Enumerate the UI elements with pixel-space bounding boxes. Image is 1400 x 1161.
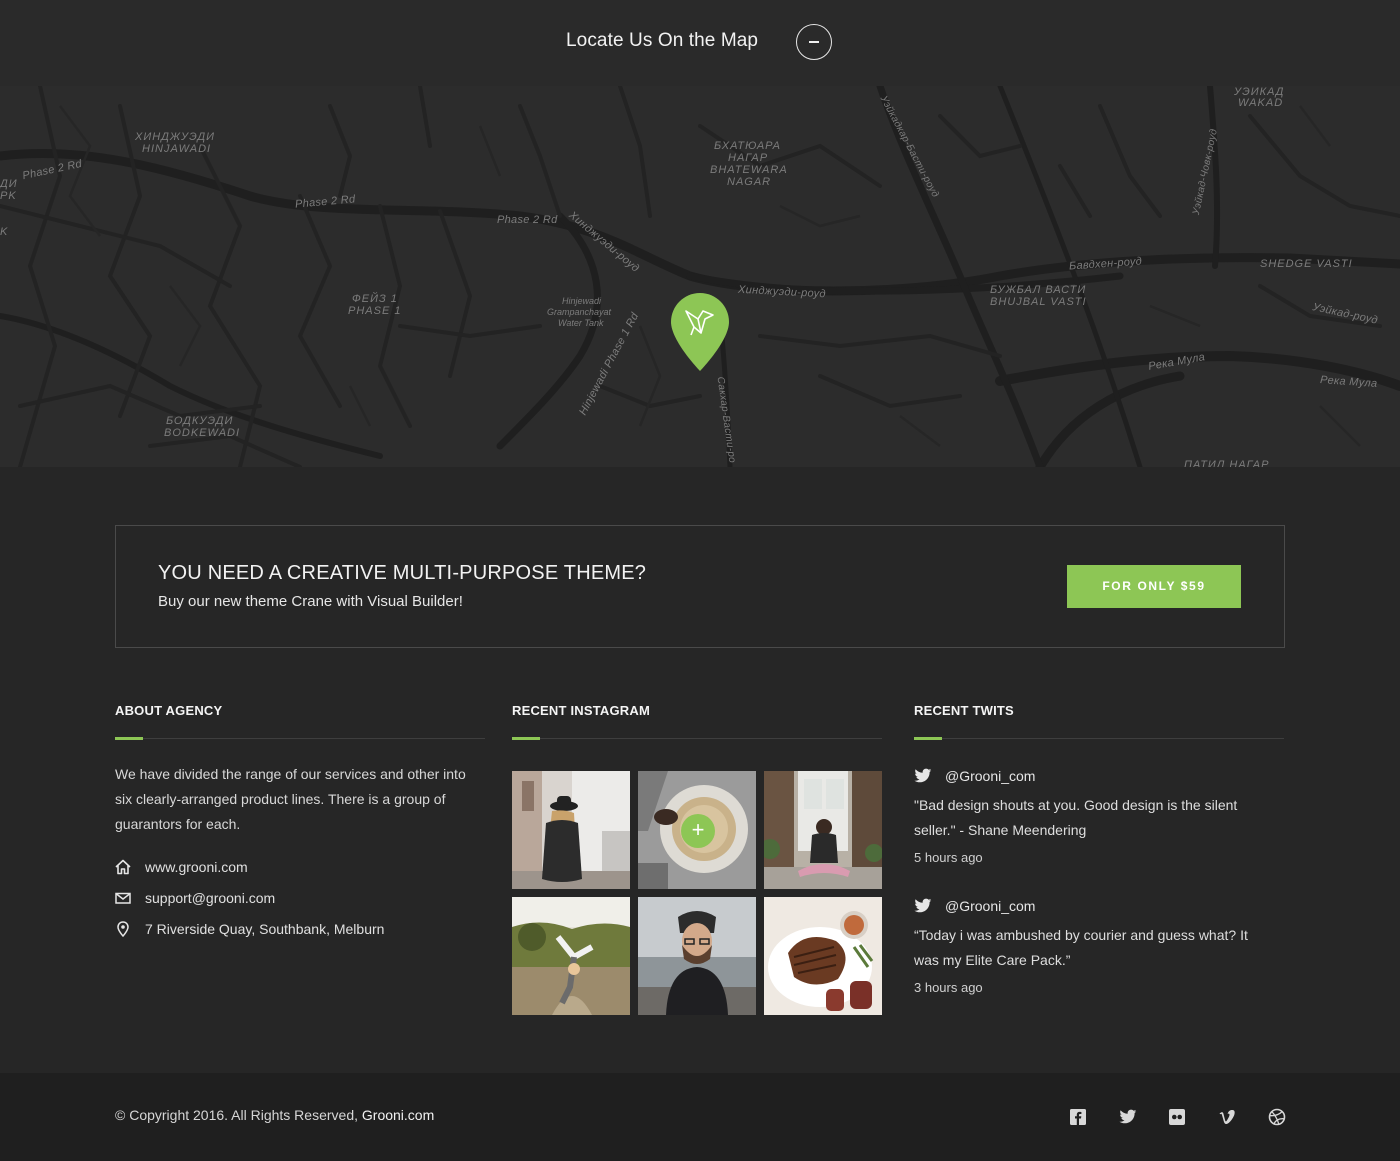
coffee-cup-photo[interactable]: + — [638, 771, 756, 889]
map-label: Grampanchayat — [547, 307, 612, 317]
copyright-label: © Copyright 2016. All Rights Reserved, — [115, 1107, 362, 1123]
recent-instagram-widget: RECENT INSTAGRAM + — [512, 703, 882, 1015]
map-label: K — [0, 226, 9, 238]
map-label: БХАТЮАРА — [714, 140, 782, 152]
map-label: PHASE 1 — [348, 305, 402, 317]
about-agency-widget: ABOUT AGENCY We have divided the range o… — [115, 703, 485, 937]
site-footer: © Copyright 2016. All Rights Reserved, G… — [0, 1073, 1400, 1161]
yoga-woman-photo[interactable] — [764, 771, 882, 889]
dribbble-icon[interactable] — [1268, 1108, 1286, 1126]
tweet-text: “Today i was ambushed by courier and gue… — [914, 927, 1248, 968]
map-header-bar: Locate Us On the Map — [0, 0, 1400, 86]
promo-subtitle: Buy our new theme Crane with Visual Buil… — [158, 593, 463, 610]
recent-twits-widget: RECENT TWITS @Grooni_com "Bad design sho… — [914, 703, 1284, 995]
widget-title: ABOUT AGENCY — [115, 703, 485, 740]
twitter-icon — [914, 898, 932, 914]
map-label: ФЕЙЗ 1 — [352, 293, 398, 305]
map-label: BODKEWADI — [164, 427, 241, 439]
tweet-handle[interactable]: @Grooni_com — [945, 898, 1035, 914]
child-cartwheel-photo[interactable] — [512, 897, 630, 1015]
map-label: SHEDGE VASTI — [1260, 258, 1353, 270]
twitter-icon[interactable] — [1119, 1108, 1137, 1126]
bearded-man-photo[interactable] — [638, 897, 756, 1015]
map-label: ХИНДЖУЭДИ — [135, 131, 216, 143]
steak-plate-photo[interactable] — [764, 897, 882, 1015]
map-label: Hinjewadi — [562, 296, 602, 306]
buy-theme-button[interactable]: FOR ONLY $59 — [1067, 565, 1241, 608]
tweet-time: 5 hours ago — [914, 850, 983, 865]
tweet-time: 3 hours ago — [914, 980, 983, 995]
minus-circle-icon[interactable] — [796, 24, 832, 60]
widget-title: RECENT TWITS — [914, 703, 1284, 740]
map-label: PK — [0, 190, 17, 202]
location-map[interactable]: ХИНДЖУЭДИ HINJAWADI Phase 2 Rd Phase 2 R… — [0, 86, 1400, 467]
woman-hat-photo[interactable] — [512, 771, 630, 889]
tweet-handle[interactable]: @Grooni_com — [945, 768, 1035, 784]
map-label: HINJAWADI — [142, 143, 212, 155]
website-link[interactable]: www.grooni.com — [145, 859, 248, 875]
envelope-icon — [115, 890, 131, 906]
map-marker-pin-icon[interactable] — [669, 291, 731, 375]
map-label: БОДКУЭДИ — [166, 415, 234, 427]
about-text: We have divided the range of our service… — [115, 766, 466, 832]
facebook-icon[interactable] — [1069, 1108, 1087, 1126]
map-section-title: Locate Us On the Map — [566, 30, 759, 51]
map-label: BHATEWARA — [710, 164, 788, 176]
tweet-header: @Grooni_com — [914, 766, 1284, 786]
map-label: ДИ — [0, 178, 18, 190]
map-label: Phase 2 Rd — [497, 214, 558, 226]
tweet-header: @Grooni_com — [914, 896, 1284, 916]
email-line[interactable]: support@grooni.com — [115, 888, 275, 908]
map-label: НАГАР — [728, 152, 769, 164]
map-label: BHUJBAL VASTI — [990, 296, 1087, 308]
map-label: NAGAR — [727, 176, 772, 188]
map-label: Water Tank — [558, 318, 604, 328]
map-label: БУЖБАЛ ВАСТИ — [990, 284, 1087, 296]
map-label: WAKAD — [1238, 97, 1284, 109]
website-line[interactable]: www.grooni.com — [115, 857, 248, 877]
tweet-text: "Bad design shouts at you. Good design i… — [914, 797, 1238, 838]
copyright-text: © Copyright 2016. All Rights Reserved, G… — [115, 1107, 434, 1123]
tweet-item: @Grooni_com “Today i was ambushed by cou… — [914, 896, 1284, 995]
map-marker-icon — [115, 921, 131, 937]
vimeo-icon[interactable] — [1218, 1108, 1236, 1126]
promo-title: YOU NEED A CREATIVE MULTI-PURPOSE THEME? — [158, 562, 647, 584]
address-text: 7 Riverside Quay, Southbank, Melburn — [145, 921, 385, 937]
email-link[interactable]: support@grooni.com — [145, 890, 275, 906]
brand-link[interactable]: Grooni.com — [362, 1107, 434, 1123]
address-line: 7 Riverside Quay, Southbank, Melburn — [115, 919, 384, 939]
twitter-icon — [914, 768, 932, 784]
map-label: ПАТИЛ НАГАР — [1184, 459, 1270, 467]
flickr-icon[interactable] — [1168, 1108, 1186, 1126]
tweet-item: @Grooni_com "Bad design shouts at you. G… — [914, 766, 1284, 865]
plus-icon[interactable]: + — [681, 814, 715, 848]
home-icon — [115, 859, 131, 875]
promo-banner: YOU NEED A CREATIVE MULTI-PURPOSE THEME?… — [115, 525, 1285, 648]
widget-title: RECENT INSTAGRAM — [512, 703, 882, 740]
